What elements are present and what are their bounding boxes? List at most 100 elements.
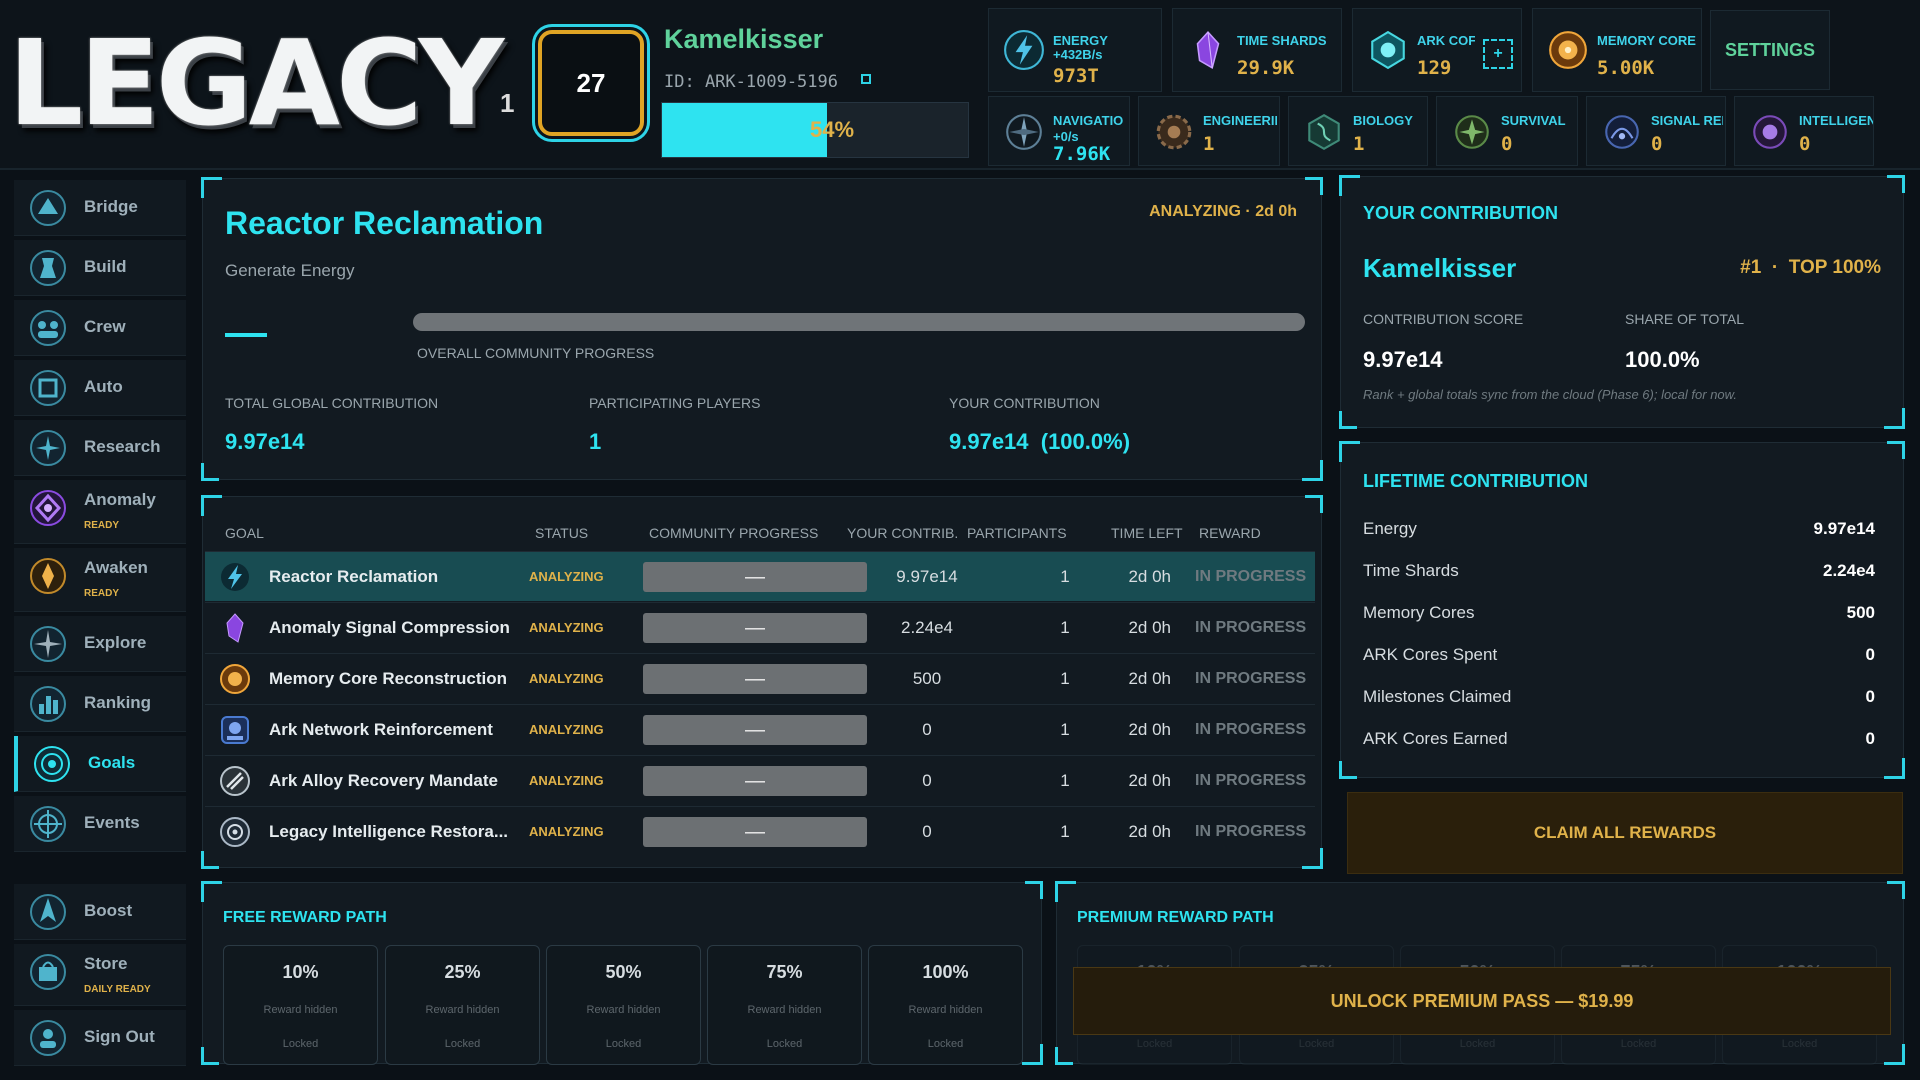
- community-progress-cell: —: [643, 715, 867, 745]
- resource-signal[interactable]: SIGNAL REI 0: [1586, 96, 1726, 166]
- resource-time-shards[interactable]: TIME SHARDS 29.9K: [1172, 8, 1342, 92]
- resource-label: SURVIVAL: [1501, 113, 1566, 128]
- sidebar-item-crew[interactable]: Crew: [14, 300, 186, 356]
- signal-icon: [1605, 115, 1639, 149]
- reward-tier[interactable]: 75% Reward hidden Locked: [707, 945, 862, 1065]
- navigation-icon: [1006, 114, 1042, 150]
- sidebar-item-research[interactable]: Research: [14, 420, 186, 476]
- resource-intelligence[interactable]: INTELLIGEN 0: [1734, 96, 1874, 166]
- column-header-reward: REWARD: [1199, 525, 1261, 541]
- goal-name: Reactor Reclamation: [269, 567, 439, 586]
- engineering-icon: [1156, 114, 1192, 150]
- reward-cell: IN PROGRESS: [1195, 721, 1307, 738]
- player-level-badge[interactable]: 27: [538, 30, 644, 136]
- resource-label: ENGINEERII: [1203, 113, 1277, 128]
- resource-memory-core[interactable]: MEMORY CORE 5.00K: [1532, 8, 1702, 92]
- resource-label: BIOLOGY: [1353, 113, 1413, 128]
- sidebar-item-sign-out[interactable]: Sign Out: [14, 1010, 186, 1066]
- table-row[interactable]: Reactor Reclamation ANALYZING — 9.97e14 …: [205, 551, 1315, 601]
- reward-cell: IN PROGRESS: [1195, 568, 1307, 585]
- column-header-goal: GOAL: [225, 525, 264, 541]
- settings-button[interactable]: SETTINGS: [1710, 10, 1830, 90]
- sidebar-item-label: Awaken: [84, 558, 148, 577]
- panel-title: LIFETIME CONTRIBUTION: [1363, 471, 1588, 491]
- goal-name: Ark Network Reinforcement: [269, 720, 493, 739]
- panel-title: PREMIUM REWARD PATH: [1077, 909, 1274, 926]
- sidebar-item-build[interactable]: Build: [14, 240, 186, 296]
- auto-icon: [30, 370, 66, 406]
- xp-progress-label: 54%: [809, 117, 855, 142]
- sidebar-item-anomaly[interactable]: Anomaly READY: [14, 480, 186, 544]
- claim-all-rewards-button[interactable]: CLAIM ALL REWARDS: [1347, 792, 1903, 874]
- goal-status: ANALYZING: [529, 620, 604, 635]
- tier-reward: Reward hidden: [747, 1004, 822, 1016]
- resource-navigation[interactable]: NAVIGATIO +0/s 7.96K: [988, 96, 1130, 166]
- resource-value: 0: [1501, 133, 1513, 155]
- stat-label: TOTAL GLOBAL CONTRIBUTION: [225, 395, 439, 411]
- unlock-premium-button[interactable]: UNLOCK PREMIUM PASS — $19.99: [1073, 967, 1891, 1035]
- reward-tier[interactable]: 10% Reward hidden Locked: [223, 945, 378, 1065]
- add-ark-cores-button[interactable]: +: [1483, 39, 1513, 69]
- sidebar-item-events[interactable]: Events: [14, 796, 186, 852]
- tier-state: Locked: [282, 1038, 319, 1050]
- sidebar-item-label: Ranking: [84, 693, 152, 712]
- table-row[interactable]: Anomaly Signal Compression ANALYZING — 2…: [205, 602, 1315, 652]
- resource-value: 0: [1651, 133, 1663, 155]
- participants-cell: 1: [1060, 567, 1070, 586]
- sidebar-item-ranking[interactable]: Ranking: [14, 676, 186, 732]
- time-shard-icon: [1196, 30, 1220, 70]
- sidebar-item-boost[interactable]: Boost: [14, 884, 186, 940]
- resource-survival[interactable]: SURVIVAL 0: [1436, 96, 1578, 166]
- table-row[interactable]: Memory Core Reconstruction ANALYZING — 5…: [205, 653, 1315, 703]
- sidebar-item-auto[interactable]: Auto: [14, 360, 186, 416]
- resource-label: SIGNAL REI: [1651, 113, 1723, 128]
- resource-engineering[interactable]: ENGINEERII 1: [1138, 96, 1280, 166]
- sidebar-item-store[interactable]: Store DAILY READY: [14, 944, 186, 1006]
- resource-label: INTELLIGEN: [1799, 113, 1873, 128]
- resource-label: TIME SHARDS: [1237, 33, 1327, 48]
- time-left-cell: 2d 0h: [1128, 618, 1171, 637]
- sidebar-item-label: Crew: [84, 317, 126, 336]
- stat-label: PARTICIPATING PLAYERS: [589, 395, 761, 411]
- sidebar-item-explore[interactable]: Explore: [14, 616, 186, 672]
- reward-tier[interactable]: 50% Reward hidden Locked: [546, 945, 701, 1065]
- reward-cell: IN PROGRESS: [1195, 823, 1307, 840]
- resource-value: 1: [1203, 133, 1215, 155]
- contributor-name: Kamelkisser: [1363, 253, 1517, 283]
- tier-state: Locked: [1459, 1038, 1496, 1050]
- lifetime-value: 2.24e4: [1823, 561, 1875, 580]
- your-contrib-cell: 2.24e4: [901, 618, 953, 637]
- free-reward-path-panel: FREE REWARD PATH 10% Reward hidden Locked …: [201, 881, 1043, 1065]
- lifetime-row: Energy 9.97e14: [1363, 519, 1875, 539]
- lifetime-value: 0: [1865, 645, 1875, 664]
- player-level: 27: [576, 67, 606, 98]
- intelligence-icon: [1753, 115, 1787, 149]
- resource-label: MEMORY CORE: [1597, 33, 1696, 48]
- resource-ark-cores[interactable]: ARK COF 129 +: [1352, 8, 1522, 92]
- sidebar-item-goals[interactable]: Goals: [14, 736, 186, 792]
- sidebar-item-label: Goals: [88, 753, 136, 772]
- ark-network-icon: [221, 716, 249, 744]
- time-left-cell: 2d 0h: [1128, 567, 1171, 586]
- sidebar-item-bridge[interactable]: Bridge: [14, 180, 186, 236]
- resource-value: 0: [1799, 133, 1811, 155]
- sidebar-item-label: Store: [84, 954, 128, 973]
- resource-value: 973T: [1053, 65, 1099, 87]
- sidebar-item-awaken[interactable]: Awaken READY: [14, 548, 186, 612]
- goal-title: Reactor Reclamation: [225, 205, 544, 241]
- table-row[interactable]: Legacy Intelligence Restora... ANALYZING…: [205, 806, 1315, 856]
- copy-id-icon[interactable]: [861, 74, 871, 84]
- community-progress-cell: —: [643, 562, 867, 592]
- tier-state: Locked: [766, 1038, 803, 1050]
- table-row[interactable]: Ark Network Reinforcement ANALYZING — 0 …: [205, 704, 1315, 754]
- resource-value: 1: [1353, 133, 1365, 155]
- ready-badge: READY: [84, 588, 120, 599]
- table-row[interactable]: Ark Alloy Recovery Mandate ANALYZING — 0…: [205, 755, 1315, 805]
- column-header-participants: PARTICIPANTS: [967, 525, 1067, 541]
- resource-biology[interactable]: BIOLOGY 1: [1288, 96, 1428, 166]
- reward-tier[interactable]: 25% Reward hidden Locked: [385, 945, 540, 1065]
- resource-energy[interactable]: ENERGY +432B/s 973T: [988, 8, 1162, 92]
- bridge-icon: [30, 190, 66, 226]
- reward-tier[interactable]: 100% Reward hidden Locked: [868, 945, 1023, 1065]
- tier-reward: Reward hidden: [586, 1004, 661, 1016]
